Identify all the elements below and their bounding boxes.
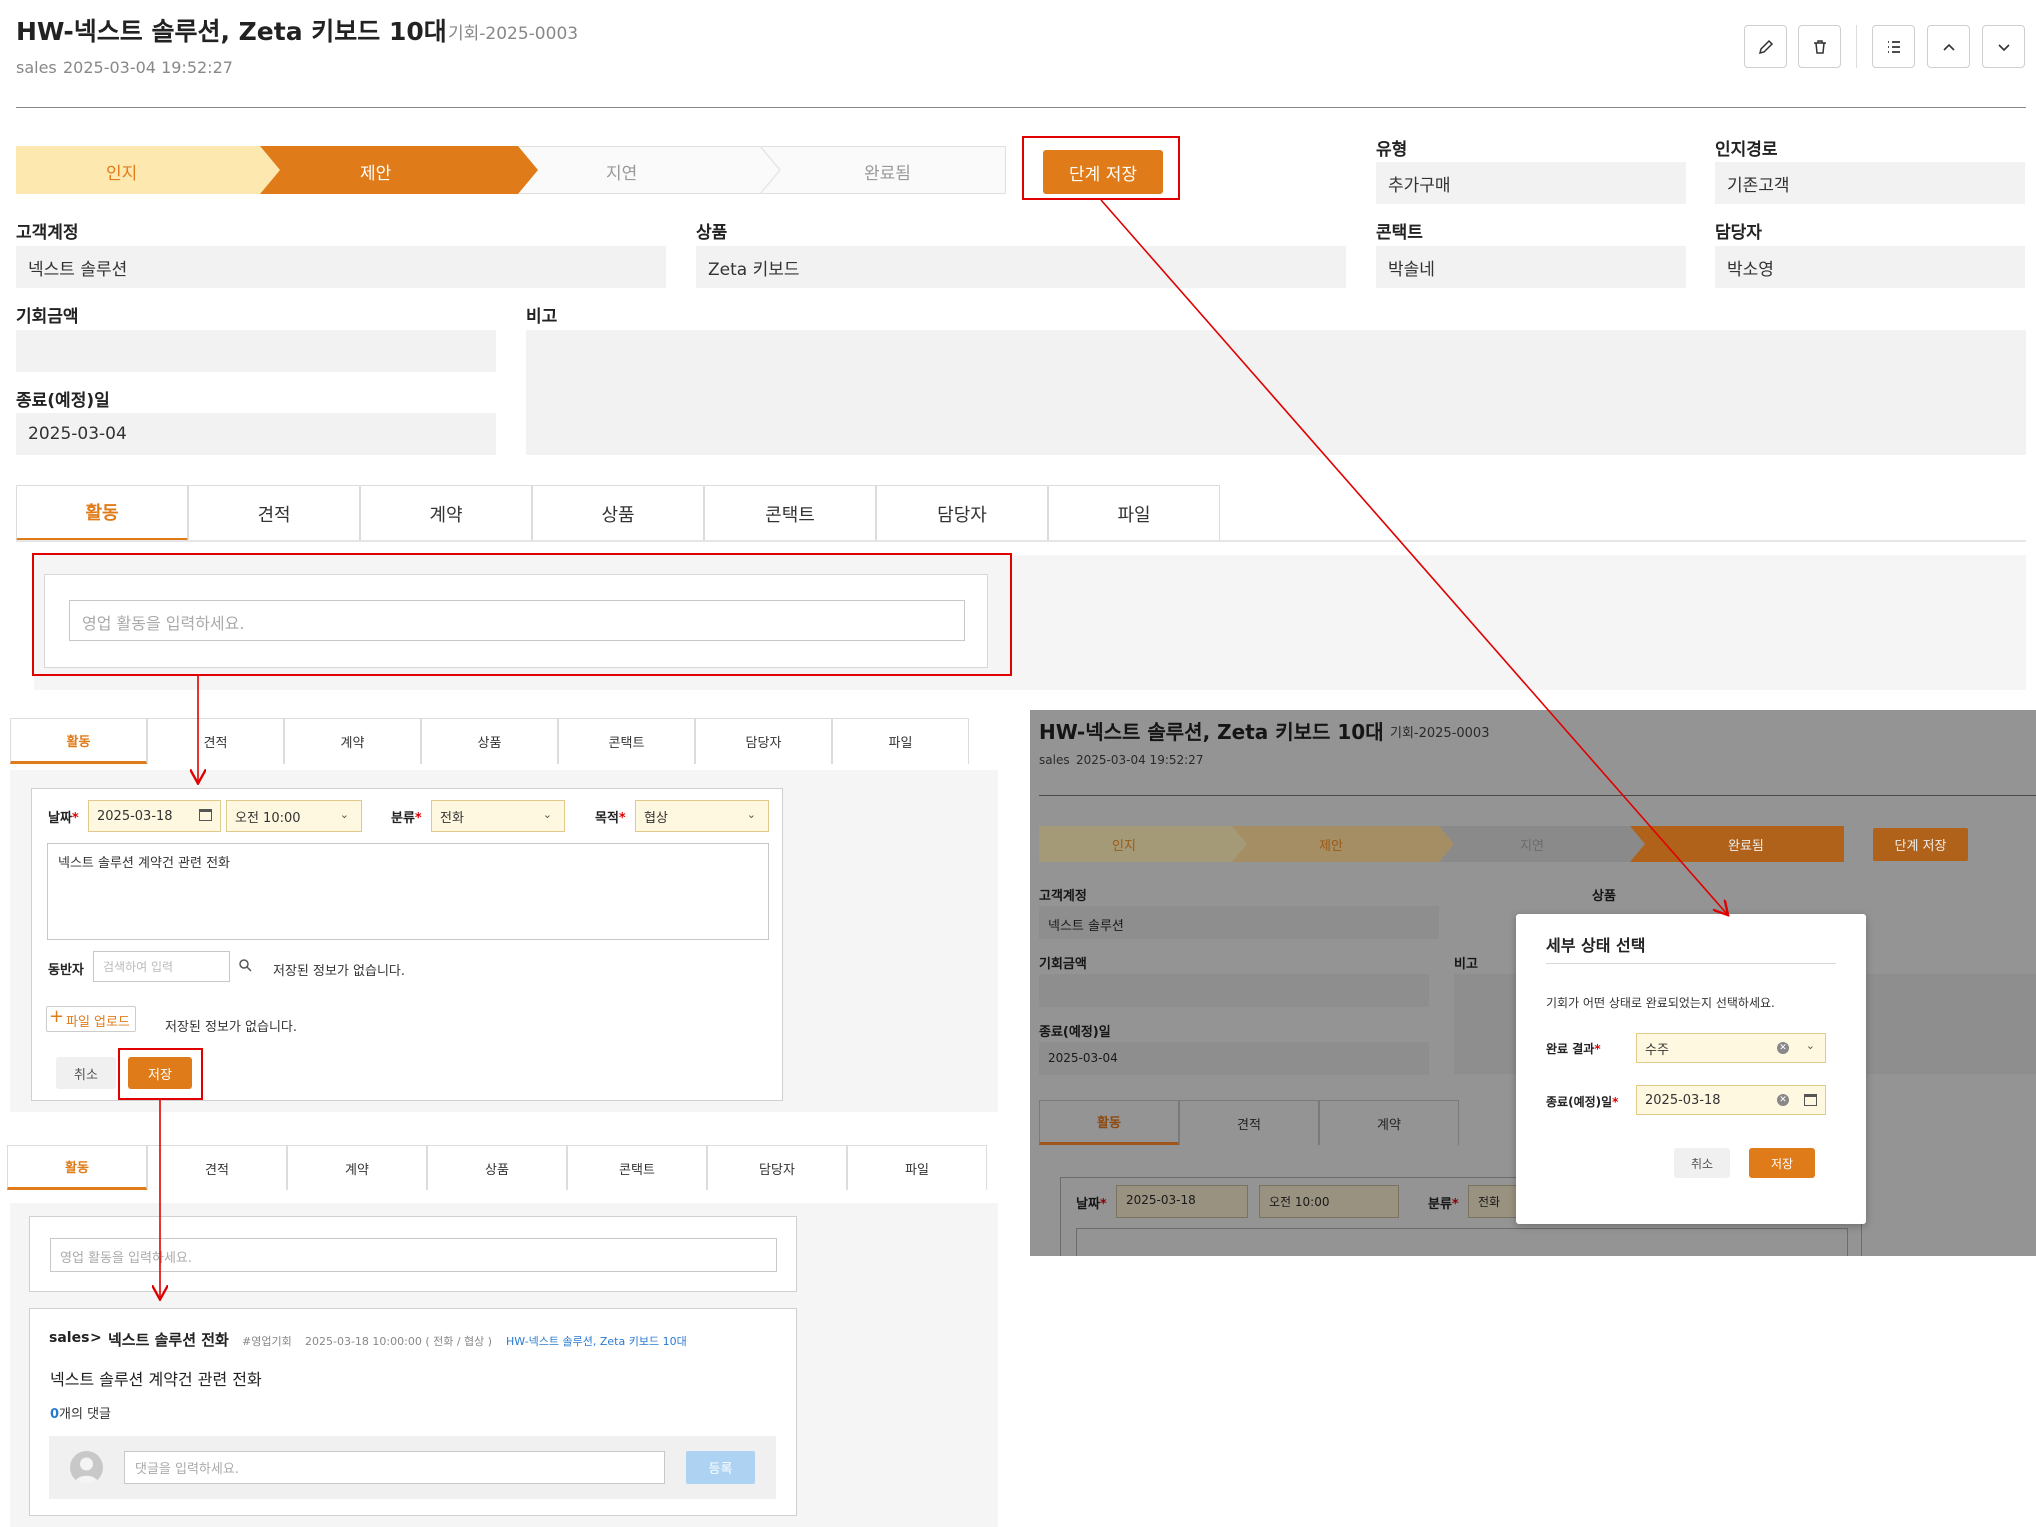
annotation-arrows — [0, 199, 2036, 1527]
arrow-stage-to-modal — [1100, 199, 1727, 914]
